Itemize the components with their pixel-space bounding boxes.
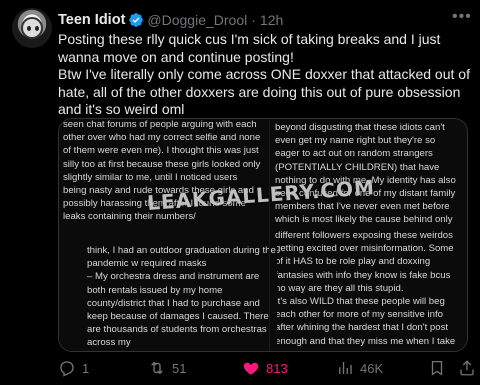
screenshot-paragraph: – My orchestra dress and instrument are … [87, 271, 269, 349]
repost-count: 51 [172, 360, 187, 376]
action-bar: 1 51 813 46K [58, 357, 474, 379]
post-text-line-1: Posting these rlly quick cus I'm sick of… [58, 31, 441, 65]
post-text: Posting these rlly quick cus I'm sick of… [58, 31, 474, 119]
screenshot-text-left-bottom: think, I had an outdoor graduation durin… [87, 244, 277, 350]
avatar-eye-left [27, 26, 31, 31]
share-icon [460, 360, 474, 376]
screenshot-paragraph: different followers exposing these weird… [275, 230, 454, 294]
views-icon [339, 362, 352, 374]
timestamp[interactable]: 12h [260, 12, 283, 28]
panel-divider [269, 119, 270, 351]
like-count: 813 [266, 360, 288, 376]
handle[interactable]: @Doggie_Drool [147, 12, 247, 28]
share-button[interactable] [458, 357, 476, 379]
views-button[interactable]: 46K [336, 357, 383, 379]
media-image[interactable]: beyond disgusting that these idiots can'… [58, 118, 468, 352]
reply-count: 1 [82, 360, 90, 376]
reply-icon [60, 361, 74, 377]
bookmark-icon [431, 360, 443, 376]
reply-button[interactable]: 1 [58, 357, 89, 379]
views-count: 46K [360, 360, 384, 376]
screenshot-paragraph: It's also WILD that these people will be… [275, 296, 456, 347]
verified-badge-icon [129, 13, 144, 27]
repost-icon [151, 361, 163, 375]
separator-dot: · [251, 12, 256, 28]
heart-icon [243, 362, 259, 375]
screenshot-text-right-bottom: different followers exposing these weird… [275, 229, 461, 348]
post: Teen Idiot @Doggie_Drool · 12h ••• Posti… [0, 0, 480, 385]
screenshot-paragraph: think, I had an outdoor graduation durin… [87, 245, 276, 270]
bookmark-button[interactable] [428, 357, 446, 379]
repost-button[interactable]: 51 [148, 357, 186, 379]
more-icon[interactable]: ••• [452, 8, 472, 26]
like-button[interactable]: 813 [242, 357, 288, 379]
post-text-line-2: Btw I've literally only come across ONE … [58, 66, 470, 117]
post-header: Teen Idiot @Doggie_Drool · 12h [58, 11, 283, 29]
avatar-eye-right [35, 26, 39, 31]
avatar-face [21, 17, 43, 39]
avatar[interactable] [12, 8, 52, 48]
display-name[interactable]: Teen Idiot [58, 12, 125, 28]
